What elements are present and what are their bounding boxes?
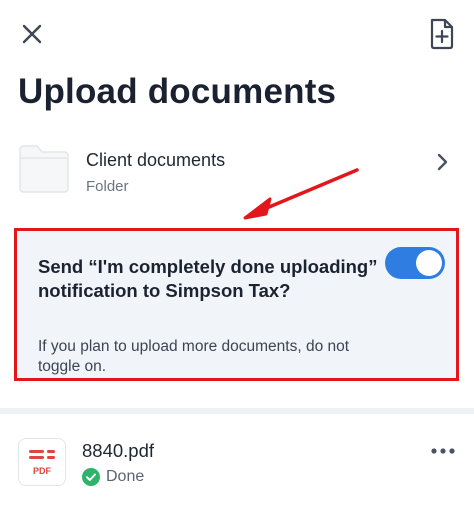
pdf-file-icon: PDF [18, 438, 66, 486]
notification-title: Send “I'm completely done uploading” not… [38, 256, 378, 301]
folder-icon [19, 145, 69, 193]
close-button[interactable] [12, 14, 52, 54]
toggle-knob [416, 250, 442, 276]
more-options-icon[interactable] [426, 440, 460, 462]
folder-item-client-documents[interactable]: Client documents Folder [0, 138, 474, 208]
pdf-lines-icon: PDF [29, 450, 55, 476]
file-status: Done [82, 468, 144, 486]
file-status-text: Done [106, 468, 145, 485]
pdf-badge-label: PDF [33, 466, 52, 476]
close-icon [22, 24, 42, 44]
folder-name: Client documents [86, 150, 226, 170]
file-plus-icon [430, 18, 454, 50]
chevron-right-icon [437, 153, 448, 171]
notification-description: If you plan to upload more documents, do… [38, 338, 350, 375]
section-divider [0, 408, 474, 414]
check-circle-icon [82, 468, 100, 486]
page-title: Upload documents [18, 72, 337, 111]
notification-toggle[interactable] [385, 247, 445, 279]
notification-card: Send “I'm completely done uploading” not… [14, 228, 459, 381]
add-document-button[interactable] [420, 12, 464, 56]
folder-type-label: Folder [86, 178, 129, 195]
file-item[interactable]: PDF 8840.pdf Done [0, 428, 474, 498]
upload-documents-screen: Upload documents Client documents Folder… [0, 0, 474, 526]
file-name: 8840.pdf [82, 440, 155, 461]
